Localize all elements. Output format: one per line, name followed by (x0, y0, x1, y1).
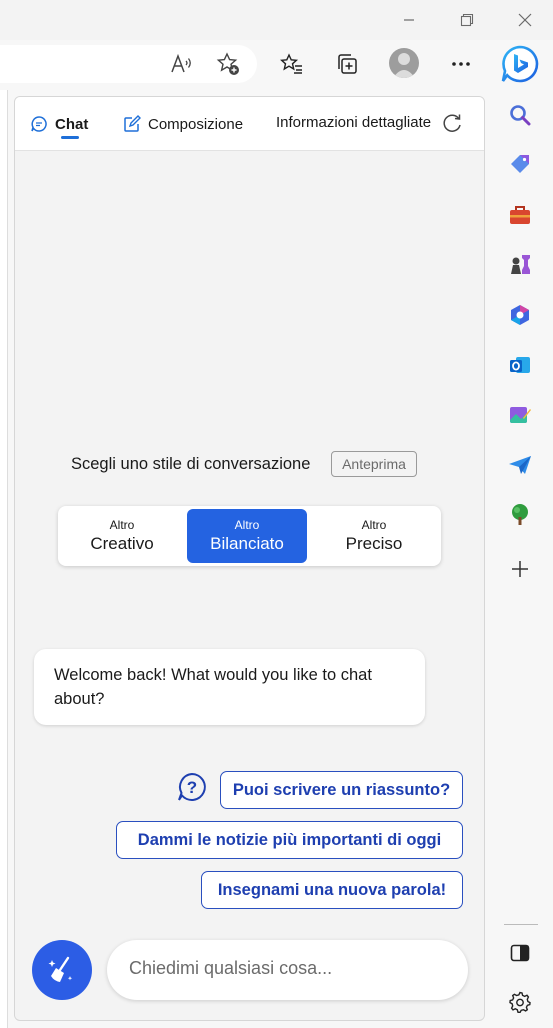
collections-icon (338, 54, 357, 74)
bing-copilot-button[interactable] (500, 44, 540, 84)
title-bar (0, 0, 553, 40)
bing-copilot-icon (501, 45, 539, 83)
profile-avatar[interactable] (389, 48, 419, 78)
refresh-button[interactable] (441, 112, 465, 136)
welcome-message: Welcome back! What would you like to cha… (34, 649, 425, 725)
chat-icon (29, 114, 49, 134)
close-icon (518, 13, 532, 27)
svg-text:?: ? (187, 778, 197, 797)
sidebar-search[interactable] (504, 99, 536, 131)
shopping-tag-icon (511, 155, 529, 173)
style-option-balanced[interactable]: Altro Bilanciato (187, 509, 307, 563)
settings-icon (509, 991, 531, 1013)
panel-tabs: Chat Composizione Informazioni dettaglia… (15, 97, 484, 151)
read-aloud-button[interactable] (166, 48, 198, 80)
style-option-precise[interactable]: Altro Preciso (314, 509, 434, 563)
active-tab-indicator (61, 136, 79, 139)
style-option-creative[interactable]: Altro Creativo (62, 509, 182, 563)
suggestion-chip[interactable]: Puoi scrivere un riassunto? (220, 771, 463, 809)
restore-button[interactable] (450, 6, 484, 34)
help-question-icon[interactable]: ? (177, 772, 207, 802)
sidebar-add-button[interactable] (504, 553, 536, 585)
refresh-icon (443, 114, 461, 132)
browser-toolbar (0, 40, 553, 88)
sidebar-tree[interactable] (504, 499, 536, 531)
sidebar-outlook[interactable] (504, 349, 536, 381)
sidebar-image-creator[interactable] (504, 399, 536, 431)
page-content-edge (0, 90, 8, 1028)
right-sidebar (492, 40, 553, 1028)
user-icon (393, 53, 415, 78)
tab-chat[interactable]: Chat (29, 114, 88, 134)
style-option-name: Bilanciato (210, 534, 284, 553)
suggestion-chip[interactable]: Insegnami una nuova parola! (201, 871, 463, 909)
add-icon (512, 561, 528, 577)
tab-insights-label: Informazioni dettagliate (276, 114, 432, 131)
favorites-icon (280, 53, 302, 74)
minimize-icon (404, 19, 414, 21)
style-option-prefix: Altro (109, 518, 135, 532)
tree-icon (512, 504, 528, 525)
outlook-icon (510, 357, 530, 373)
sidebar-microsoft-365[interactable] (504, 299, 536, 331)
add-favorite-icon (216, 52, 239, 75)
style-option-prefix: Altro (361, 518, 387, 532)
search-icon (510, 105, 531, 126)
sidebar-send[interactable] (504, 449, 536, 481)
split-screen-button[interactable] (504, 937, 536, 969)
style-option-name: Preciso (345, 534, 403, 553)
conversation-style-label: Scegli uno stile di conversazione (71, 455, 311, 473)
minimize-button[interactable] (392, 6, 426, 34)
tab-compose[interactable]: Composizione (122, 114, 243, 134)
tab-chat-label: Chat (55, 115, 89, 133)
compose-icon (122, 114, 142, 134)
collections-button[interactable] (331, 48, 363, 80)
more-icon (452, 62, 470, 66)
conversation-style-selector: Altro Creativo Altro Bilanciato Altro Pr… (58, 506, 441, 566)
chat-input-box (107, 940, 468, 1000)
split-screen-icon (510, 944, 530, 962)
style-option-name: Creativo (90, 534, 154, 553)
preview-badge: Anteprima (331, 451, 417, 477)
tab-compose-label: Composizione (148, 115, 244, 133)
style-option-prefix: Altro (234, 518, 260, 532)
games-icon (511, 255, 530, 274)
broom-icon (48, 956, 73, 982)
send-telegram-icon (509, 456, 531, 474)
more-button[interactable] (445, 48, 477, 80)
sidebar-settings-button[interactable] (504, 986, 536, 1018)
restore-icon (460, 13, 474, 27)
read-aloud-icon (171, 53, 191, 73)
sidebar-divider (504, 924, 538, 925)
sidebar-games[interactable] (504, 249, 536, 281)
add-favorite-button[interactable] (212, 48, 244, 80)
sidebar-shopping[interactable] (504, 148, 536, 180)
favorites-button[interactable] (276, 48, 308, 80)
tab-insights[interactable]: Informazioni dettagliate (276, 114, 431, 131)
microsoft-365-icon (511, 305, 529, 325)
sidebar-tools[interactable] (504, 199, 536, 231)
close-button[interactable] (508, 6, 542, 34)
tools-icon (510, 206, 530, 224)
copilot-panel: Chat Composizione Informazioni dettaglia… (14, 96, 485, 1021)
suggestion-chip[interactable]: Dammi le notizie più importanti di oggi (116, 821, 463, 859)
chat-input[interactable] (129, 958, 449, 979)
new-topic-button[interactable] (32, 940, 92, 1000)
image-creator-icon (510, 407, 531, 423)
